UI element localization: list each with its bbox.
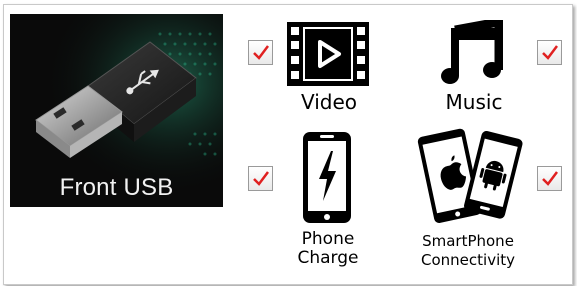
phone-charge-checkbox[interactable] bbox=[248, 166, 273, 191]
music-note-icon bbox=[441, 20, 503, 84]
smartphone-label-line1: SmartPhone bbox=[422, 232, 514, 250]
phone-charge-icon bbox=[303, 132, 351, 223]
music-checkbox[interactable] bbox=[537, 40, 562, 65]
video-checkbox[interactable] bbox=[248, 40, 273, 65]
smartphone-label-line2: Connectivity bbox=[421, 251, 515, 269]
music-label: Music bbox=[445, 90, 503, 114]
phone-charge-label-line2: Charge bbox=[297, 248, 359, 268]
checkmark-icon bbox=[253, 45, 269, 60]
smartphone-checkbox[interactable] bbox=[537, 166, 562, 191]
film-play-icon bbox=[287, 22, 369, 86]
front-usb-tile: Front USB bbox=[10, 14, 223, 207]
front-usb-label: Front USB bbox=[59, 174, 174, 201]
checkmark-icon bbox=[253, 171, 269, 186]
phone-charge-label: Phone Charge bbox=[277, 230, 379, 268]
smartphones-icon bbox=[417, 128, 523, 223]
checkmark-icon bbox=[542, 45, 558, 60]
smartphone-label: SmartPhone Connectivity bbox=[404, 232, 532, 270]
phone-charge-label-line1: Phone bbox=[301, 229, 355, 249]
video-label: Video bbox=[300, 90, 358, 114]
checkmark-icon bbox=[542, 171, 558, 186]
